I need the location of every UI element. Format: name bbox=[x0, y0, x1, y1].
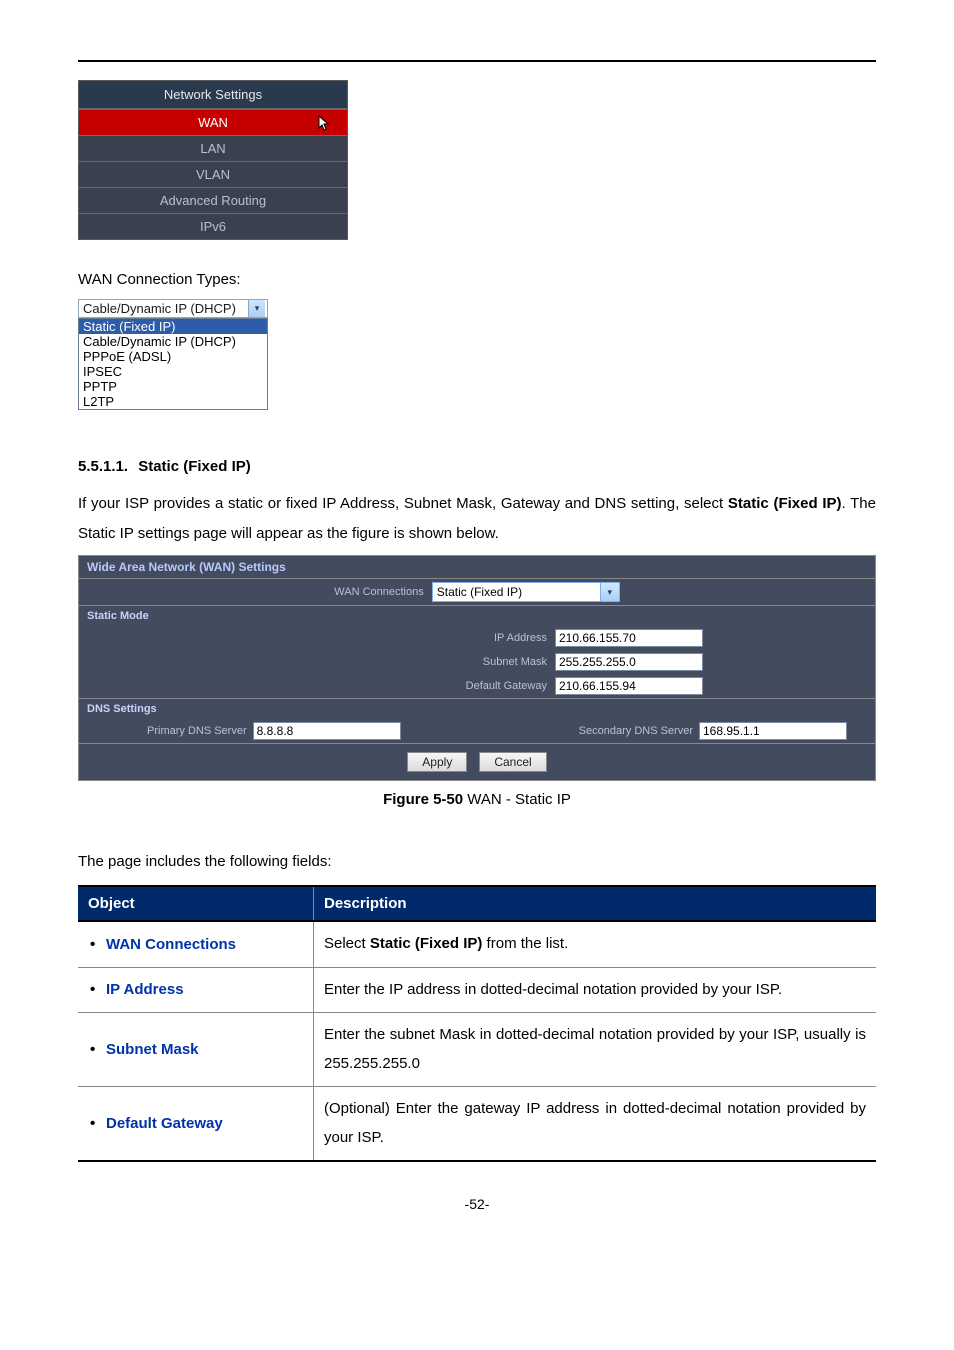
menu-item-label: IPv6 bbox=[200, 219, 226, 234]
default-gateway-label: Default Gateway bbox=[87, 680, 555, 692]
wan-types-label: WAN Connection Types: bbox=[78, 266, 876, 293]
dns-settings-band: DNS Settings bbox=[79, 698, 875, 719]
primary-dns-input[interactable] bbox=[253, 722, 401, 740]
ip-address-row: IP Address bbox=[79, 626, 875, 650]
wan-type-option[interactable]: PPTP bbox=[79, 379, 267, 394]
menu-item-label: VLAN bbox=[196, 167, 230, 182]
network-settings-menu: Network Settings WAN LAN VLAN Advanced R… bbox=[78, 80, 348, 240]
menu-item-label: Advanced Routing bbox=[160, 193, 266, 208]
fields-header-description: Description bbox=[314, 886, 877, 921]
menu-item-advanced-routing[interactable]: Advanced Routing bbox=[79, 187, 347, 213]
subnet-mask-row: Subnet Mask bbox=[79, 650, 875, 674]
desc-bold: Static (Fixed IP) bbox=[370, 935, 483, 952]
section-title: Static (Fixed IP) bbox=[138, 458, 251, 475]
object-name: Subnet Mask bbox=[88, 1041, 303, 1058]
wan-type-select-value: Cable/Dynamic IP (DHCP) bbox=[83, 301, 236, 316]
page-number: -52- bbox=[0, 1196, 954, 1212]
wan-type-option[interactable]: Cable/Dynamic IP (DHCP) bbox=[79, 334, 267, 349]
wan-connections-label: WAN Connections bbox=[334, 586, 431, 598]
table-row: Subnet Mask Enter the subnet Mask in dot… bbox=[78, 1013, 876, 1087]
fields-header-object: Object bbox=[78, 886, 314, 921]
menu-item-label: LAN bbox=[200, 141, 225, 156]
cursor-icon bbox=[315, 114, 333, 134]
menu-item-wan[interactable]: WAN bbox=[79, 109, 347, 135]
menu-item-ipv6[interactable]: IPv6 bbox=[79, 213, 347, 239]
section-heading: 5.5.1.1. Static (Fixed IP) bbox=[78, 458, 876, 475]
panel-title: Wide Area Network (WAN) Settings bbox=[79, 556, 875, 579]
wan-type-option[interactable]: IPSEC bbox=[79, 364, 267, 379]
ip-address-label: IP Address bbox=[87, 632, 555, 644]
chevron-down-icon: ▾ bbox=[600, 583, 619, 601]
wan-type-options-list: Static (Fixed IP) Cable/Dynamic IP (DHCP… bbox=[78, 318, 268, 410]
figure-label-bold: Figure 5-50 bbox=[383, 791, 463, 808]
table-row: IP Address Enter the IP address in dotte… bbox=[78, 967, 876, 1013]
chevron-down-icon: ▾ bbox=[248, 300, 265, 317]
static-mode-band: Static Mode bbox=[79, 605, 875, 626]
default-gateway-input[interactable] bbox=[555, 677, 703, 695]
wan-connections-row: WAN Connections Static (Fixed IP) ▾ bbox=[79, 579, 875, 605]
fields-table: Object Description WAN Connections Selec… bbox=[78, 885, 876, 1162]
desc-text: from the list. bbox=[482, 935, 568, 952]
cancel-button[interactable]: Cancel bbox=[479, 752, 546, 772]
desc-text: Select bbox=[324, 935, 370, 952]
wan-type-option[interactable]: L2TP bbox=[79, 394, 267, 409]
section-number: 5.5.1.1. bbox=[78, 458, 128, 475]
wan-type-option[interactable]: PPPoE (ADSL) bbox=[79, 349, 267, 364]
top-rule bbox=[78, 60, 876, 62]
wan-connections-value: Static (Fixed IP) bbox=[437, 585, 522, 599]
para-text: If your ISP provides a static or fixed I… bbox=[78, 495, 728, 512]
default-gateway-row: Default Gateway bbox=[79, 674, 875, 698]
object-name: IP Address bbox=[88, 981, 303, 998]
secondary-dns-input[interactable] bbox=[699, 722, 847, 740]
menu-item-lan[interactable]: LAN bbox=[79, 135, 347, 161]
menu-item-vlan[interactable]: VLAN bbox=[79, 161, 347, 187]
primary-dns-label: Primary DNS Server bbox=[147, 725, 247, 737]
apply-button[interactable]: Apply bbox=[407, 752, 467, 772]
secondary-dns-label: Secondary DNS Server bbox=[579, 725, 693, 737]
subnet-mask-input[interactable] bbox=[555, 653, 703, 671]
dns-row: Primary DNS Server Secondary DNS Server bbox=[79, 719, 875, 743]
fields-intro: The page includes the following fields: bbox=[78, 848, 876, 875]
object-description: (Optional) Enter the gateway IP address … bbox=[314, 1087, 877, 1162]
wan-type-option[interactable]: Static (Fixed IP) bbox=[79, 319, 267, 334]
figure-label-rest: WAN - Static IP bbox=[463, 791, 571, 808]
wan-connections-select[interactable]: Static (Fixed IP) ▾ bbox=[432, 582, 620, 602]
wan-settings-panel: Wide Area Network (WAN) Settings WAN Con… bbox=[78, 555, 876, 781]
object-name: WAN Connections bbox=[88, 936, 303, 953]
object-description: Enter the subnet Mask in dotted-decimal … bbox=[314, 1013, 877, 1087]
subnet-mask-label: Subnet Mask bbox=[87, 656, 555, 668]
ip-address-input[interactable] bbox=[555, 629, 703, 647]
panel-buttons: Apply Cancel bbox=[79, 743, 875, 780]
wan-type-dropdown: Cable/Dynamic IP (DHCP) ▾ Static (Fixed … bbox=[78, 299, 268, 410]
object-name: Default Gateway bbox=[88, 1115, 303, 1132]
para-bold: Static (Fixed IP) bbox=[728, 495, 842, 512]
menu-item-label: WAN bbox=[198, 115, 228, 130]
table-row: Default Gateway (Optional) Enter the gat… bbox=[78, 1087, 876, 1162]
object-description: Enter the IP address in dotted-decimal n… bbox=[314, 967, 877, 1013]
object-description: Select Static (Fixed IP) from the list. bbox=[314, 921, 877, 967]
table-row: WAN Connections Select Static (Fixed IP)… bbox=[78, 921, 876, 967]
menu-header: Network Settings bbox=[79, 81, 347, 109]
figure-caption: Figure 5-50 WAN - Static IP bbox=[0, 791, 954, 808]
section-paragraph: If your ISP provides a static or fixed I… bbox=[78, 489, 876, 549]
wan-type-select[interactable]: Cable/Dynamic IP (DHCP) ▾ bbox=[78, 299, 268, 318]
